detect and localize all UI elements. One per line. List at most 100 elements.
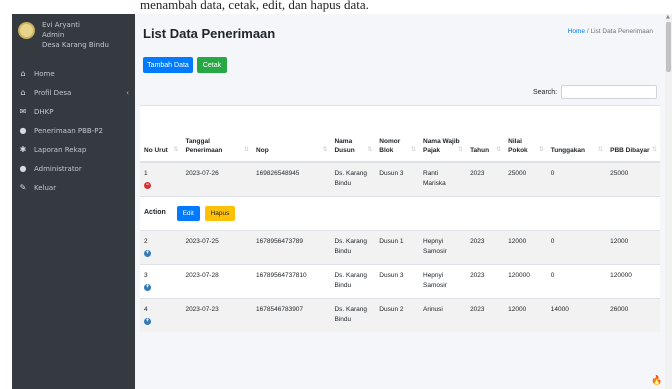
sidebar-item-label: DHKP [34,107,54,116]
row-detail: Action Edit Hapus [140,195,660,230]
sort-icon: ⇅ [458,146,464,153]
avatar [18,22,35,39]
user-village: Desa Karang Bindu [42,41,109,49]
document-caption: menambah data, cetak, edit, dan hapus da… [0,0,672,14]
sort-icon: ⇅ [173,146,179,153]
cell-no: 2 [144,237,148,245]
cell-tunggakan: 14000 [546,297,607,332]
sort-icon: ⇅ [410,146,416,153]
expand-row-icon[interactable]: + [144,249,151,257]
home-icon: ⌂ [20,69,26,78]
column-header-nilai-pokok[interactable]: Nilai Pokok ⇅ [504,105,547,163]
cell-dusun: Ds. Karang Bindu [330,263,376,298]
cell-pbb-dibayar: 120000 [606,263,660,298]
sort-icon: ⇅ [496,146,502,153]
cell-nilai-pokok: 120000 [504,263,547,298]
sidebar-item-profil-desa[interactable]: ⌂ Profil Desa ‹ [12,83,135,102]
cell-blok: Dusun 3 [375,263,419,298]
user-icon: ● [19,164,27,173]
cell-nop: 16789564737810 [252,263,331,298]
sidebar-item-administrator[interactable]: ● Administrator [12,159,135,178]
breadcrumb-current: List Data Penerimaan [590,28,653,35]
cell-wajib-pajak: Hepnyi Samosir [419,263,467,298]
cell-pbb-dibayar: 12000 [606,229,660,264]
sidebar-item-label: Keluar [34,183,57,192]
collapse-row-icon[interactable]: − [144,181,151,189]
search-label: Search: [533,89,558,96]
cell-tahun: 2023 [466,229,505,264]
cell-tanggal: 2023-07-25 [181,229,253,264]
cell-nop: 1678546783907 [252,297,331,332]
table-header-row: No Urut ⇅ Tanggal Penerimaan ⇅ Nop ⇅ Nama D… [140,105,660,163]
column-header-pbb-dibayar[interactable]: PBB Dibayar ⇅ [606,105,660,163]
print-button[interactable]: Cetak [197,57,227,73]
receipts-table: No Urut ⇅ Tanggal Penerimaan ⇅ Nop ⇅ Nama D… [140,105,660,332]
cell-wajib-pajak: Arinusi [419,297,467,332]
cell-tanggal: 2023-07-23 [181,297,253,332]
search-input[interactable] [561,85,657,99]
cell-tahun: 2023 [466,263,505,298]
delete-button[interactable]: Hapus [204,205,236,221]
cell-tunggakan: 0 [546,263,607,298]
breadcrumb-separator: / [586,28,589,35]
table-row: 2 + 2023-07-25 1678956473789 Ds. Karang B… [140,229,660,264]
cell-dusun: Ds. Karang Bindu [330,229,376,264]
sidebar-item-dhkp[interactable]: ✉ DHKP [12,102,135,121]
sidebar-item-laporan-rekap[interactable]: ✱ Laporan Rekap [12,140,135,159]
sidebar-item-label: Profil Desa [34,88,72,97]
column-header-wajib-pajak[interactable]: Nama Wajib Pajak ⇅ [419,105,467,163]
expand-row-icon[interactable]: + [144,283,151,291]
sidebar-item-penerimaan[interactable]: ● Penerimaan PBB-P2 [12,121,135,140]
cell-wajib-pajak: Hepnyi Samosir [419,229,467,264]
cell-tahun: 2023 [466,161,505,196]
cell-nop: 169826548945 [252,161,331,196]
cell-nilai-pokok: 12000 [504,229,547,264]
cell-tahun: 2023 [466,297,505,332]
mail-icon: ✉ [19,107,27,116]
cell-blok: Dusun 3 [375,161,419,196]
sidebar-item-label: Penerimaan PBB-P2 [34,126,103,135]
sidebar-item-home[interactable]: ⌂ Home [12,64,135,83]
breadcrumb-home-link[interactable]: Home [568,28,585,35]
cell-wajib-pajak: Ranti Mariska [419,161,467,196]
cell-blok: Dusun 1 [375,229,419,264]
cell-no: 4 [144,305,148,313]
sidebar-item-label: Laporan Rekap [34,145,87,154]
page-scrollbar[interactable]: ▲ [665,14,672,389]
sidebar-item-keluar[interactable]: ✎ Keluar [12,178,135,197]
cell-no: 1 [144,169,148,177]
cell-pbb-dibayar: 26000 [606,297,660,332]
column-header-tanggal[interactable]: Tanggal Penerimaan ⇅ [181,105,253,163]
column-header-dusun[interactable]: Nama Dusun ⇅ [330,105,376,163]
expand-row-icon[interactable]: + [144,317,151,325]
column-header-no-urut[interactable]: No Urut ⇅ [140,105,182,163]
cell-tanggal: 2023-07-26 [181,161,253,196]
cell-nilai-pokok: 12000 [504,297,547,332]
cell-tanggal: 2023-07-28 [181,263,253,298]
column-header-tahun[interactable]: Tahun ⇅ [466,105,505,163]
cell-dusun: Ds. Karang Bindu [330,297,376,332]
cell-dusun: Ds. Karang Bindu [330,161,376,196]
cell-nop: 1678956473789 [252,229,331,264]
sidebar-menu: ⌂ Home ⌂ Profil Desa ‹ ✉ DHKP ● Penerima… [12,64,135,197]
palette-icon: ✱ [19,145,27,154]
sort-icon: ⇅ [367,146,373,153]
column-header-blok[interactable]: Nomor Blok ⇅ [375,105,419,163]
cell-no: 3 [144,271,148,279]
page-title: List Data Penerimaan [143,26,276,41]
scroll-up-icon[interactable]: ▲ [666,14,670,20]
column-header-nop[interactable]: Nop ⇅ [252,105,331,163]
column-header-tunggakan[interactable]: Tunggakan ⇅ [546,105,607,163]
scrollbar-thumb[interactable] [666,22,671,72]
cell-blok: Dusun 2 [375,297,419,332]
add-data-button[interactable]: Tambah Data [143,57,193,73]
wrench-icon: ✎ [19,183,27,192]
user-role: Admin [42,31,65,39]
action-label: Action [144,209,166,216]
cell-pbb-dibayar: 25000 [606,161,660,196]
sidebar-item-label: Administrator [34,164,82,173]
home-icon: ⌂ [20,88,26,97]
edit-button[interactable]: Edit [176,205,200,221]
table-row: 1 − 2023-07-26 169826548945 Ds. Karang Bi… [140,161,660,196]
sort-icon: ⇅ [244,146,250,153]
